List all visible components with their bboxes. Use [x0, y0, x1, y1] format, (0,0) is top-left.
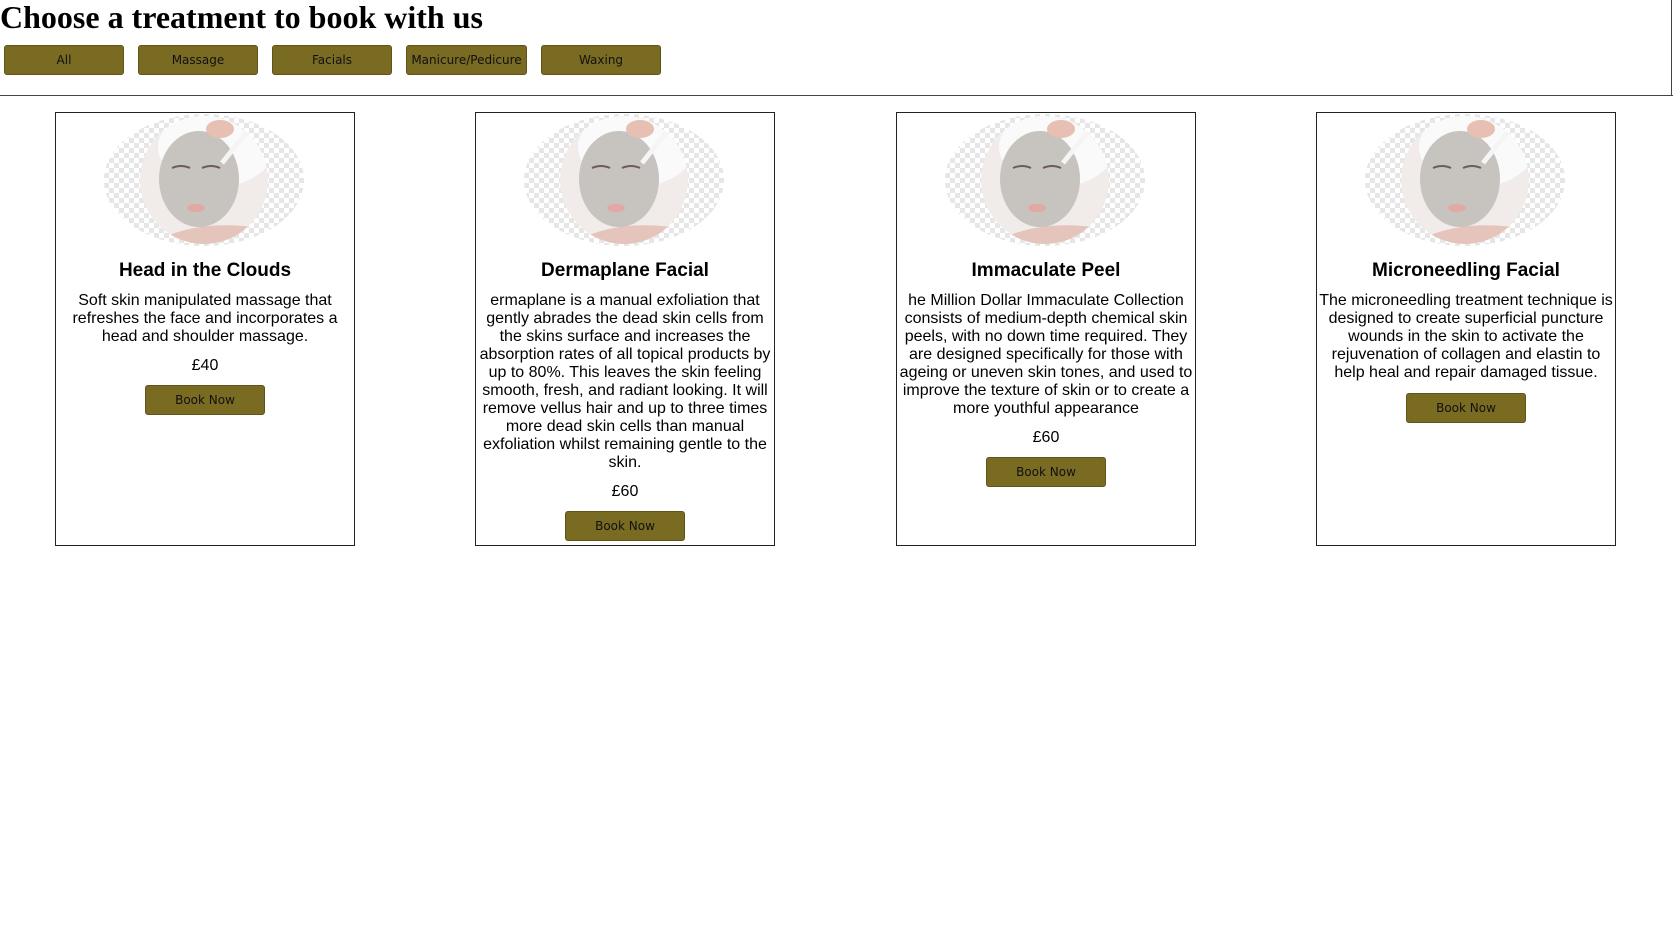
book-now-button[interactable]: Book Now	[145, 385, 265, 415]
treatment-card-immaculate-peel: Immaculate Peel he Million Dollar Immacu…	[896, 112, 1196, 546]
book-now-button[interactable]: Book Now	[1406, 393, 1526, 423]
book-now-button[interactable]: Book Now	[986, 457, 1106, 487]
filter-button-massage[interactable]: Massage	[138, 45, 258, 75]
book-now-button[interactable]: Book Now	[565, 511, 685, 541]
treatment-description: he Million Dollar Immaculate Collection …	[899, 292, 1193, 417]
treatment-description: Soft skin manipulated massage that refre…	[72, 292, 338, 345]
treatment-image	[104, 114, 304, 246]
filter-button-all[interactable]: All	[4, 45, 124, 75]
treatment-price: £40	[191, 357, 219, 374]
treatment-image	[524, 114, 724, 246]
treatment-name: Dermaplane Facial	[541, 260, 709, 281]
treatment-description: The microneedling treatment technique is…	[1319, 292, 1613, 381]
header-divider	[0, 95, 1673, 96]
filter-button-waxing[interactable]: Waxing	[541, 45, 661, 75]
treatment-card-dermaplane-facial: Dermaplane Facial ermaplane is a manual …	[475, 112, 775, 546]
treatment-image	[945, 114, 1145, 246]
treatment-card-head-in-the-clouds: Head in the Clouds Soft skin manipulated…	[55, 112, 355, 546]
treatment-image	[1365, 114, 1565, 246]
filter-button-manicure-pedicure[interactable]: Manicure/Pedicure	[406, 45, 527, 75]
treatment-name: Head in the Clouds	[118, 260, 292, 281]
treatment-description: ermaplane is a manual exfoliation that g…	[479, 292, 771, 471]
treatment-name: Microneedling Facial	[1372, 260, 1560, 281]
treatment-price: £60	[1032, 429, 1060, 446]
header-right-border	[1671, 0, 1672, 96]
page-title: Choose a treatment to book with us	[0, 0, 483, 35]
treatment-card-microneedling-facial: Microneedling Facial The microneedling t…	[1316, 112, 1616, 546]
filter-button-facials[interactable]: Facials	[272, 45, 392, 75]
treatment-name: Immaculate Peel	[971, 260, 1121, 281]
treatment-price: £60	[611, 483, 639, 500]
